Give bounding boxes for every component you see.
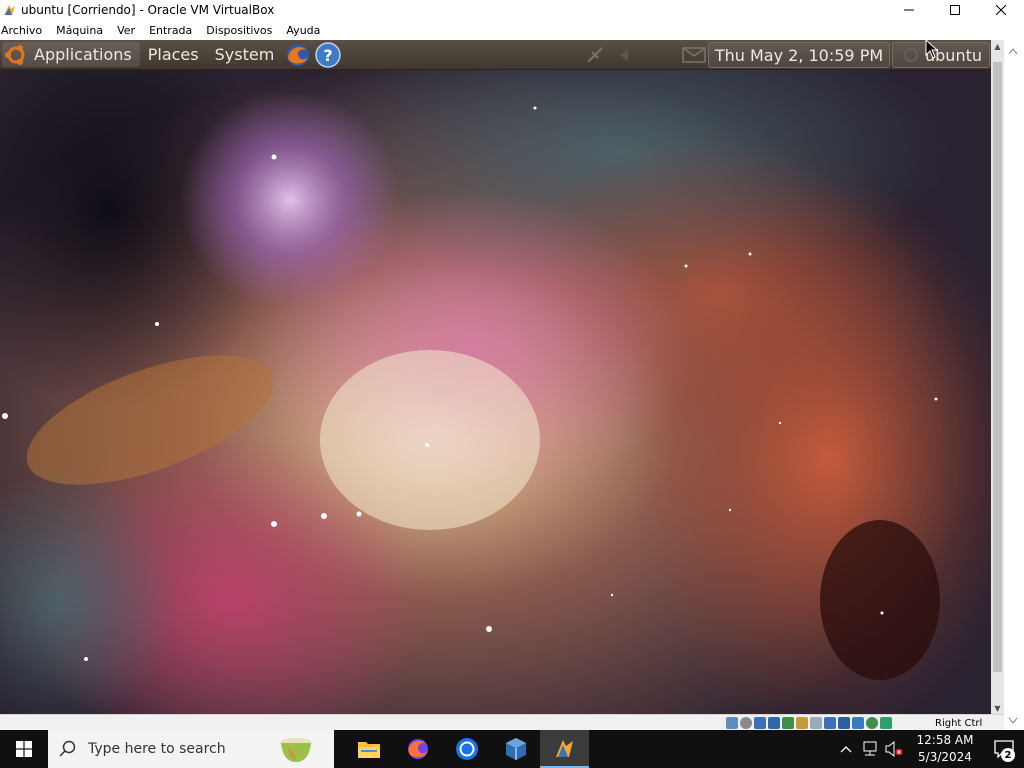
clock-text: Thu May 2, 10:59 PM — [714, 45, 884, 65]
volume-muted-icon[interactable] — [882, 741, 906, 757]
minimize-button[interactable] — [886, 0, 932, 20]
right-edge-scroll-down-icon[interactable] — [1008, 716, 1018, 726]
display-icon[interactable] — [810, 717, 822, 729]
taskbar-virtualbox[interactable] — [491, 730, 540, 768]
applications-label: Applications — [34, 45, 132, 64]
cpu-icon[interactable] — [838, 717, 850, 729]
audio-icon[interactable] — [754, 717, 766, 729]
help-icon[interactable]: ? — [314, 41, 342, 69]
applications-menu[interactable]: Applications — [2, 42, 140, 67]
network-status-icon[interactable] — [858, 741, 882, 757]
system-tray: 12:58 AM 5/3/2024 2 — [834, 730, 1024, 768]
taskbar-firefox[interactable] — [393, 730, 442, 768]
window-title: ubuntu [Corriendo] - Oracle VM VirtualBo… — [21, 3, 275, 17]
svg-text:?: ? — [324, 46, 333, 65]
menu-entrada[interactable]: Entrada — [149, 24, 192, 37]
vbox-menubar: Archivo Máquina Ver Entrada Dispositivos… — [0, 20, 1024, 40]
right-edge-scroll-up-icon[interactable] — [1008, 46, 1018, 56]
menu-ayuda[interactable]: Ayuda — [286, 24, 320, 37]
windows-logo-icon — [16, 741, 32, 757]
virtualbox-app-icon — [2, 3, 17, 17]
network-icon[interactable] — [584, 44, 606, 66]
usb-icon[interactable] — [782, 717, 794, 729]
vm-display[interactable]: Applications Places System ? Thu May 2, … — [0, 40, 991, 714]
system-menu[interactable]: System — [207, 42, 283, 67]
close-icon — [996, 5, 1006, 15]
network-adapter-icon[interactable] — [768, 717, 780, 729]
panel-clock[interactable]: Thu May 2, 10:59 PM — [708, 42, 890, 68]
host-key-label: Right Ctrl — [935, 718, 983, 729]
window-right-edge — [1004, 40, 1024, 732]
taskbar-clock[interactable]: 12:58 AM 5/3/2024 — [910, 732, 980, 766]
notification-area — [584, 40, 706, 69]
maximize-button[interactable] — [932, 0, 978, 20]
taskbar-chrome[interactable] — [442, 730, 491, 768]
system-label: System — [214, 45, 275, 64]
menu-archivo[interactable]: Archivo — [1, 24, 42, 37]
hard-disk-icon[interactable] — [726, 717, 738, 729]
maximize-icon — [950, 5, 960, 15]
status-icons — [726, 717, 892, 729]
close-button[interactable] — [978, 0, 1024, 20]
keyboard-icon[interactable] — [866, 717, 878, 729]
firefox-icon[interactable] — [284, 41, 312, 69]
user-menu[interactable]: ubuntu — [892, 42, 990, 68]
taskbar-search-box[interactable]: Type here to search — [48, 730, 334, 768]
search-highlight-icon — [280, 738, 312, 762]
gnome-top-panel: Applications Places System ? Thu May 2, … — [0, 40, 991, 70]
notification-count-badge: 2 — [1001, 748, 1015, 762]
taskbar-file-explorer[interactable] — [344, 730, 393, 768]
start-button[interactable] — [0, 730, 48, 768]
windows-taskbar: Type here to search 12:58 AM 5/3/2024 2 — [0, 730, 1024, 768]
minimize-icon — [904, 9, 914, 11]
taskbar-vm-window[interactable] — [540, 730, 589, 768]
ubuntu-logo-icon — [2, 42, 30, 67]
mail-icon[interactable] — [682, 46, 706, 64]
show-hidden-icons-chevron-up-icon[interactable] — [834, 745, 858, 753]
host-key-icon[interactable] — [880, 717, 892, 729]
chrome-icon — [455, 738, 478, 760]
file-explorer-icon — [357, 742, 380, 758]
virtualbox-icon — [505, 738, 526, 760]
recording-icon[interactable] — [824, 717, 836, 729]
nebula-wallpaper — [0, 40, 991, 714]
volume-icon[interactable] — [616, 47, 632, 63]
menu-dispositivos[interactable]: Dispositivos — [206, 24, 272, 37]
firefox-icon — [407, 739, 428, 759]
taskbar-time: 12:58 AM — [916, 733, 974, 747]
menu-ver[interactable]: Ver — [117, 24, 135, 37]
action-center-button[interactable]: 2 — [984, 730, 1024, 768]
scroll-up-arrow-icon[interactable]: ▲ — [991, 40, 1004, 52]
vbox-titlebar: ubuntu [Corriendo] - Oracle VM VirtualBo… — [0, 0, 1024, 20]
power-icon — [901, 45, 921, 65]
scroll-thumb[interactable] — [993, 62, 1002, 672]
taskbar-date: 5/3/2024 — [918, 750, 972, 764]
scroll-down-arrow-icon[interactable]: ▼ — [991, 702, 1004, 714]
places-menu[interactable]: Places — [140, 42, 207, 67]
optical-drive-icon[interactable] — [740, 717, 752, 729]
menu-maquina[interactable]: Máquina — [56, 24, 103, 37]
vm-vertical-scrollbar[interactable]: ▲ ▼ — [991, 40, 1004, 714]
search-icon — [48, 740, 88, 758]
vm-window-icon — [555, 740, 573, 757]
mouse-cursor-icon — [925, 40, 939, 59]
shared-folders-icon[interactable] — [796, 717, 808, 729]
search-placeholder: Type here to search — [88, 741, 226, 757]
places-label: Places — [147, 45, 199, 64]
mouse-integration-icon[interactable] — [852, 717, 864, 729]
